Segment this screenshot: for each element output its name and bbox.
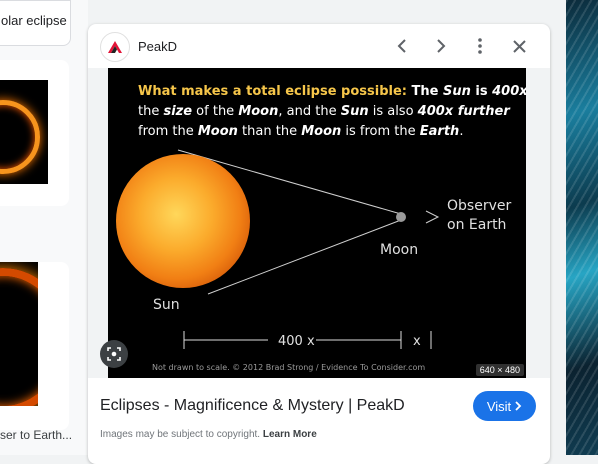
lens-icon[interactable] bbox=[100, 340, 128, 368]
image-credit: Not drawn to scale. © 2012 Brad Strong /… bbox=[152, 363, 425, 372]
on-earth-label: on Earth bbox=[447, 217, 506, 233]
peakd-logo-icon bbox=[108, 41, 122, 53]
related-search-chip[interactable]: olar eclipse bbox=[0, 0, 71, 46]
preview-image-area: What makes a total eclipse possible: The… bbox=[88, 68, 550, 378]
image-dimensions: 640 × 480 bbox=[475, 364, 524, 376]
sun-label: Sun bbox=[153, 297, 180, 313]
results-column: olar eclipse ser to Earth... bbox=[0, 0, 88, 455]
copyright-notice: Images may be subject to copyright. Lear… bbox=[100, 429, 317, 440]
preview-image[interactable]: What makes a total eclipse possible: The… bbox=[108, 68, 526, 378]
distance-400x-label: 400 x bbox=[278, 334, 315, 349]
site-logo[interactable] bbox=[100, 32, 130, 62]
result-thumbnail[interactable] bbox=[0, 262, 38, 406]
chip-label: olar eclipse bbox=[1, 13, 67, 28]
visit-button[interactable]: Visit bbox=[473, 391, 536, 421]
preview-header: PeakD bbox=[88, 24, 550, 68]
distance-x-label: x bbox=[413, 334, 421, 349]
result-thumbnail[interactable] bbox=[0, 80, 48, 184]
learn-more-link[interactable]: Learn More bbox=[263, 429, 317, 440]
close-icon[interactable] bbox=[507, 34, 531, 58]
background-image-thumbnail[interactable] bbox=[566, 0, 598, 455]
visit-label: Visit bbox=[486, 398, 512, 414]
chevron-right-icon[interactable] bbox=[429, 34, 453, 58]
site-name[interactable]: PeakD bbox=[138, 39, 177, 54]
sun-graphic bbox=[116, 154, 250, 288]
chevron-right-small-icon bbox=[515, 401, 522, 411]
observer-arrow-icon bbox=[425, 210, 440, 224]
moon-graphic bbox=[396, 212, 406, 222]
moon-label: Moon bbox=[380, 242, 418, 258]
result-title[interactable]: Eclipses - Magnificence & Mystery | Peak… bbox=[100, 397, 405, 415]
image-preview-panel: PeakD What makes a total eclipse possibl… bbox=[88, 24, 550, 464]
more-vert-icon[interactable] bbox=[468, 34, 492, 58]
chevron-left-icon[interactable] bbox=[390, 34, 414, 58]
observer-label: Observer bbox=[447, 198, 511, 214]
eclipse-diagram: What makes a total eclipse possible: The… bbox=[116, 84, 526, 372]
diagram-line-3: from the Moon than the Moon is from the … bbox=[138, 124, 463, 139]
diagram-line-2: the size of the Moon, and the Sun is als… bbox=[138, 104, 511, 119]
result-caption[interactable]: ser to Earth... bbox=[0, 428, 72, 442]
diagram-headline: What makes a total eclipse possible: The… bbox=[138, 84, 526, 99]
